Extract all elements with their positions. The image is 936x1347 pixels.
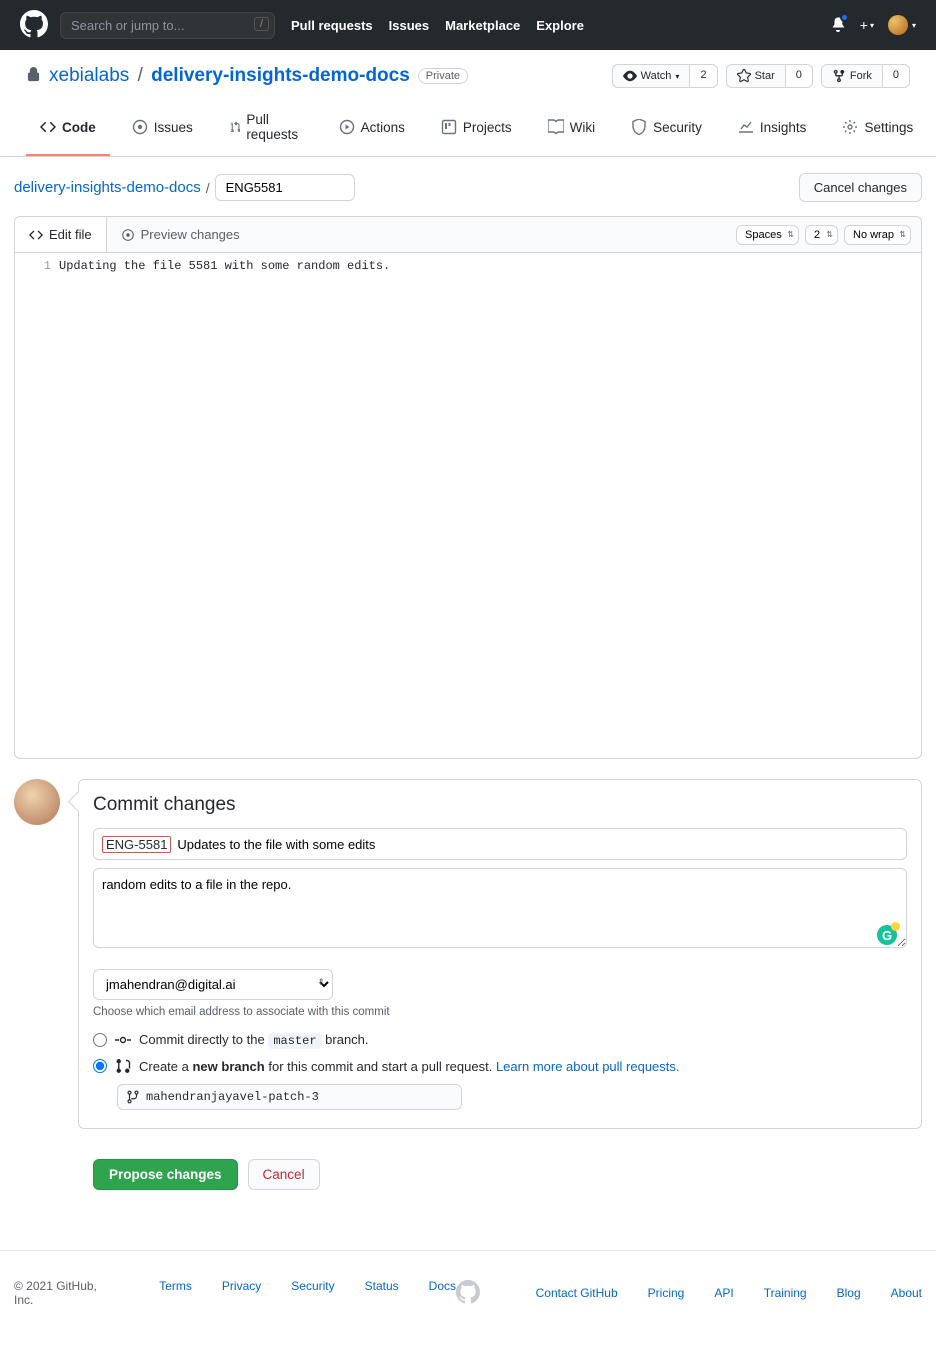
github-logo-footer[interactable] <box>456 1280 480 1307</box>
copyright: © 2021 GitHub, Inc. <box>14 1279 99 1307</box>
indent-size-select[interactable]: 2 <box>805 225 838 245</box>
code-editor[interactable]: 1 Updating the file 5581 with some rando… <box>15 253 921 758</box>
tab-wiki[interactable]: Wiki <box>534 104 610 156</box>
tab-issues[interactable]: Issues <box>118 104 207 156</box>
visibility-badge: Private <box>418 68 468 84</box>
footer-security[interactable]: Security <box>291 1279 334 1307</box>
tab-security[interactable]: Security <box>617 104 716 156</box>
grammarly-icon[interactable]: G <box>877 925 897 945</box>
fork-count[interactable]: 0 <box>883 64 910 88</box>
footer-pricing[interactable]: Pricing <box>648 1286 685 1300</box>
tab-projects[interactable]: Projects <box>427 104 526 156</box>
branch-name-input[interactable]: mahendranjayavel-patch-3 <box>117 1084 462 1110</box>
commit-summary-input[interactable] <box>174 837 898 852</box>
tab-insights[interactable]: Insights <box>724 104 821 156</box>
commit-icon <box>115 1032 131 1048</box>
lock-icon <box>26 67 41 85</box>
email-hint: Choose which email address to associate … <box>93 1006 907 1018</box>
create-menu[interactable]: +▾ <box>860 17 874 33</box>
footer-training[interactable]: Training <box>764 1286 807 1300</box>
cancel-changes-button[interactable]: Cancel changes <box>799 173 922 202</box>
preview-changes-tab[interactable]: Preview changes <box>107 217 254 252</box>
breadcrumb-root[interactable]: delivery-insights-demo-docs <box>14 179 201 196</box>
nav-issues[interactable]: Issues <box>389 18 429 33</box>
crumb-sep: / <box>138 65 143 86</box>
footer-about[interactable]: About <box>891 1286 922 1300</box>
footer-privacy[interactable]: Privacy <box>222 1279 261 1307</box>
nav-marketplace[interactable]: Marketplace <box>445 18 520 33</box>
master-branch-label: master <box>268 1033 321 1049</box>
nav-pulls[interactable]: Pull requests <box>291 18 373 33</box>
watch-count[interactable]: 2 <box>690 64 717 88</box>
watch-button[interactable]: Watch▾ <box>612 64 691 88</box>
filename-input[interactable] <box>215 174 355 201</box>
repo-link[interactable]: delivery-insights-demo-docs <box>151 65 410 86</box>
nav-explore[interactable]: Explore <box>536 18 584 33</box>
pull-request-icon <box>115 1058 131 1074</box>
slash-key-hint: / <box>254 17 269 31</box>
indent-mode-select[interactable]: Spaces <box>736 225 799 245</box>
commit-email-select[interactable]: jmahendran@digital.ai <box>93 969 333 1000</box>
branch-icon <box>126 1090 140 1104</box>
footer-contact[interactable]: Contact GitHub <box>536 1286 618 1300</box>
github-logo[interactable] <box>20 10 48 41</box>
user-menu[interactable]: ▾ <box>888 15 916 35</box>
search-input[interactable] <box>60 12 275 39</box>
footer-status[interactable]: Status <box>365 1279 399 1307</box>
ticket-tag: ENG-5581 <box>102 836 171 853</box>
propose-changes-button[interactable]: Propose changes <box>93 1159 238 1190</box>
commit-newbranch-radio[interactable] <box>93 1059 107 1073</box>
footer-api[interactable]: API <box>714 1286 733 1300</box>
edit-file-tab[interactable]: Edit file <box>15 217 107 252</box>
wrap-mode-select[interactable]: No wrap <box>844 225 911 245</box>
commit-title: Commit changes <box>93 794 907 816</box>
cancel-button[interactable]: Cancel <box>248 1159 320 1190</box>
footer-terms[interactable]: Terms <box>159 1279 192 1307</box>
tab-code[interactable]: Code <box>26 104 110 156</box>
footer-blog[interactable]: Blog <box>837 1286 861 1300</box>
fork-button[interactable]: Fork <box>821 64 883 88</box>
owner-link[interactable]: xebialabs <box>49 65 129 86</box>
footer-docs[interactable]: Docs <box>429 1279 456 1307</box>
notifications-icon[interactable] <box>830 16 846 35</box>
tab-pulls[interactable]: Pull requests <box>215 104 317 156</box>
code-line: Updating the file 5581 with some random … <box>59 259 921 273</box>
commit-description-input[interactable]: random edits to a file in the repo. <box>93 868 907 948</box>
avatar-icon <box>888 15 908 35</box>
user-avatar <box>14 779 60 825</box>
star-count[interactable]: 0 <box>786 64 813 88</box>
tab-settings[interactable]: Settings <box>828 104 927 156</box>
learn-more-link[interactable]: Learn more about pull requests. <box>496 1059 680 1074</box>
tab-actions[interactable]: Actions <box>325 104 419 156</box>
commit-direct-radio[interactable] <box>93 1033 107 1047</box>
line-number: 1 <box>15 259 51 273</box>
star-button[interactable]: Star <box>726 64 786 88</box>
